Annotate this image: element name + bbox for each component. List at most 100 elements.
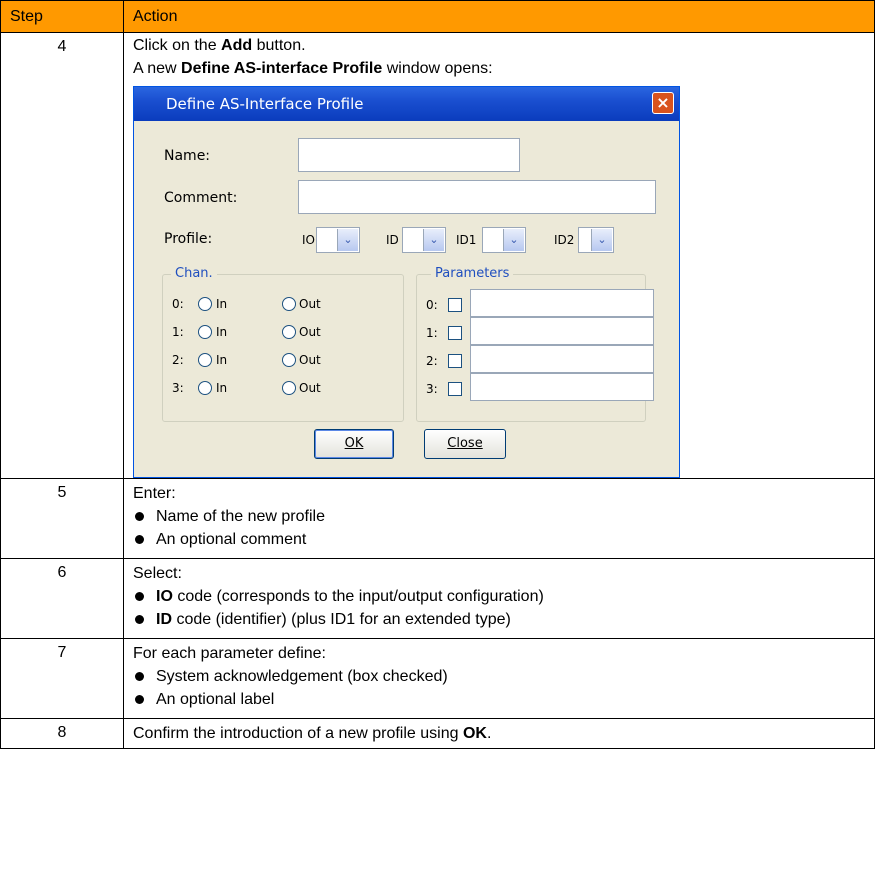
text: code (identifier) (plus ID1 for an exten… (172, 611, 511, 628)
param-label: 3: (426, 382, 438, 396)
close-button-label: Close (447, 436, 483, 451)
in-label: In (216, 353, 228, 367)
in-radio[interactable] (198, 353, 212, 367)
param-checkbox[interactable] (448, 382, 462, 396)
steps-table: Step Action 4 Click on the Add button. A… (0, 0, 875, 749)
ok-button[interactable]: OK (314, 429, 394, 459)
name-input[interactable] (298, 138, 520, 172)
step-number: 8 (0, 718, 124, 749)
action-cell: Enter: Name of the new profile An option… (123, 478, 875, 559)
out-label: Out (299, 381, 321, 395)
bullet-list: IO code (corresponds to the input/output… (133, 585, 874, 631)
channels-group-title: Chan. (171, 266, 217, 281)
list-item: IO code (corresponds to the input/output… (133, 585, 874, 608)
param-label: 0: (426, 298, 438, 312)
param-checkbox[interactable] (448, 354, 462, 368)
text: button. (252, 37, 306, 54)
in-label: In (216, 297, 228, 311)
parameters-group-title: Parameters (431, 266, 514, 281)
param-input[interactable] (470, 373, 654, 401)
out-label: Out (299, 297, 321, 311)
action-intro: For each parameter define: (133, 645, 326, 662)
ok-button-label: OK (344, 436, 364, 451)
out-radio[interactable] (282, 381, 296, 395)
io-select[interactable]: ⌄ (316, 227, 360, 253)
bold-text: IO (156, 588, 173, 605)
table-row: 4 Click on the Add button. A new Define … (0, 32, 875, 479)
name-label: Name: (164, 148, 211, 164)
bold-text: Define AS-interface Profile (181, 60, 383, 77)
channel-label: 2: (172, 353, 184, 367)
table-header-row: Step Action (0, 0, 875, 33)
close-icon[interactable]: × (652, 92, 674, 114)
param-checkbox[interactable] (448, 298, 462, 312)
step-number: 4 (0, 32, 124, 479)
list-item: An optional label (133, 688, 874, 711)
step-number: 6 (0, 558, 124, 639)
in-radio[interactable] (198, 381, 212, 395)
param-input[interactable] (470, 345, 654, 373)
text: window opens: (382, 60, 493, 77)
param-input[interactable] (470, 289, 654, 317)
header-action: Action (123, 0, 875, 33)
io-label: IO (302, 233, 315, 247)
id-label: ID (386, 233, 399, 247)
step-number: 7 (0, 638, 124, 719)
in-radio[interactable] (198, 325, 212, 339)
text: . (486, 725, 492, 742)
action-line: Confirm the introduction of a new profil… (133, 722, 874, 745)
list-item: ID code (identifier) (plus ID1 for an ex… (133, 608, 874, 631)
in-label: In (216, 381, 228, 395)
param-label: 1: (426, 326, 438, 340)
channel-label: 1: (172, 325, 184, 339)
id1-select[interactable]: ⌄ (482, 227, 526, 253)
channel-label: 0: (172, 297, 184, 311)
text: code (corresponds to the input/output co… (172, 588, 544, 605)
text: Confirm the introduction of a new profil… (133, 725, 463, 742)
action-cell: Confirm the introduction of a new profil… (123, 718, 875, 749)
in-radio[interactable] (198, 297, 212, 311)
profile-label: Profile: (164, 231, 213, 247)
dialog-title: Define AS-Interface Profile (166, 95, 364, 113)
chevron-down-icon: ⌄ (423, 229, 444, 251)
bullet-list: System acknowledgement (box checked) An … (133, 665, 874, 711)
table-row: 8 Confirm the introduction of a new prof… (0, 718, 875, 749)
param-input[interactable] (470, 317, 654, 345)
chevron-down-icon: ⌄ (591, 229, 612, 251)
param-label: 2: (426, 354, 438, 368)
close-button[interactable]: Close (424, 429, 506, 459)
table-row: 7 For each parameter define: System ackn… (0, 638, 875, 719)
out-radio[interactable] (282, 325, 296, 339)
out-label: Out (299, 325, 321, 339)
text: A new (133, 60, 182, 77)
chevron-down-icon: ⌄ (503, 229, 524, 251)
list-item: An optional comment (133, 528, 874, 551)
step-number: 5 (0, 478, 124, 559)
action-cell: Select: IO code (corresponds to the inpu… (123, 558, 875, 639)
action-line: Click on the Add button. (133, 34, 874, 57)
bullet-list: Name of the new profile An optional comm… (133, 505, 874, 551)
id2-select[interactable]: ⌄ (578, 227, 614, 253)
action-line: A new Define AS-interface Profile window… (133, 57, 874, 80)
chevron-down-icon: ⌄ (337, 229, 358, 251)
id-select[interactable]: ⌄ (402, 227, 446, 253)
param-checkbox[interactable] (448, 326, 462, 340)
table-row: 6 Select: IO code (corresponds to the in… (0, 558, 875, 639)
bold-text: Add (221, 37, 253, 54)
channel-label: 3: (172, 381, 184, 395)
action-cell: Click on the Add button. A new Define AS… (123, 32, 875, 479)
list-item: System acknowledgement (box checked) (133, 665, 874, 688)
text: Click on the (133, 37, 222, 54)
comment-input[interactable] (298, 180, 656, 214)
header-step: Step (0, 0, 124, 33)
out-radio[interactable] (282, 297, 296, 311)
bold-text: OK (462, 725, 487, 742)
out-radio[interactable] (282, 353, 296, 367)
list-item: Name of the new profile (133, 505, 874, 528)
table-row: 5 Enter: Name of the new profile An opti… (0, 478, 875, 559)
bold-text: ID (156, 611, 172, 628)
action-intro: Select: (133, 565, 182, 582)
comment-label: Comment: (164, 190, 238, 206)
action-cell: For each parameter define: System acknow… (123, 638, 875, 719)
in-label: In (216, 325, 228, 339)
